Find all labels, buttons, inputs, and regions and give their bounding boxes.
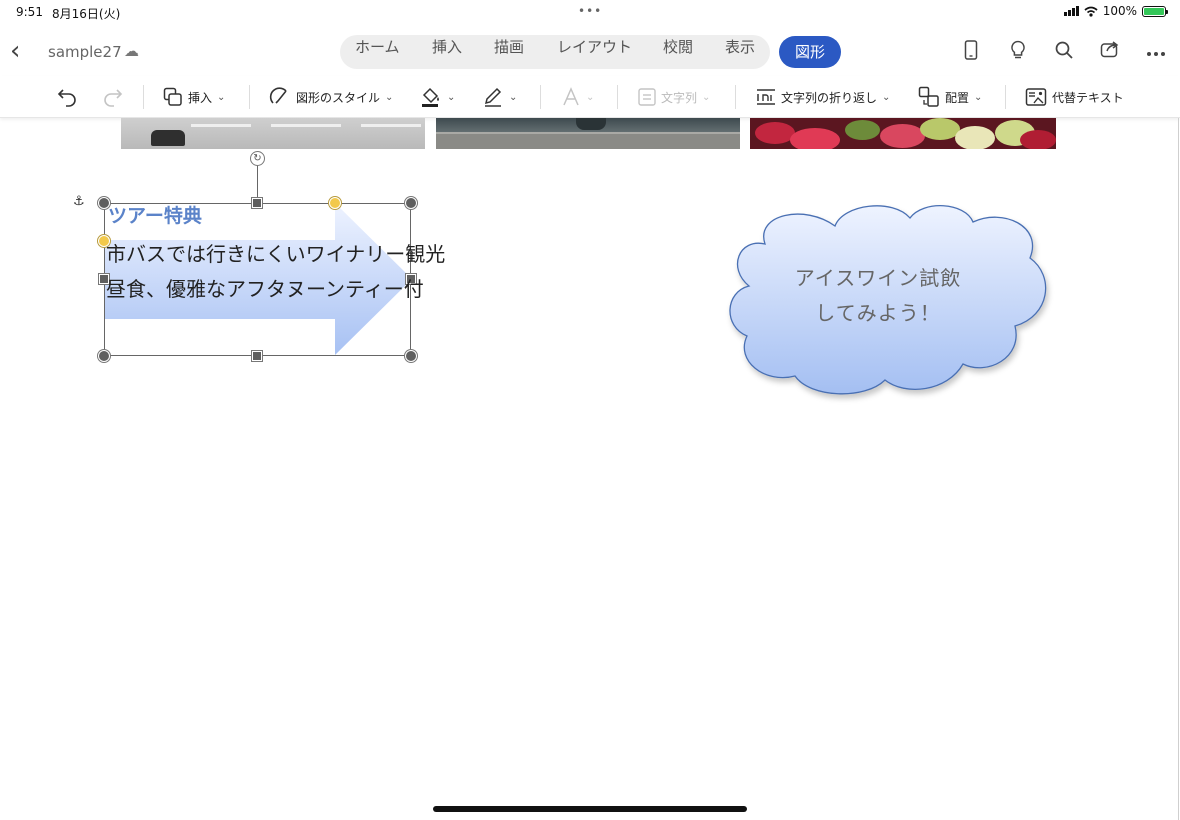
resize-handle-bottom-left[interactable]: [98, 350, 110, 362]
shape-style-label: 図形のスタイル: [296, 90, 381, 105]
ribbon-toolbar: 挿入 ⌄ 図形のスタイル ⌄ ⌄ ⌄ ⌄ 文字列 ⌄ 文字列の折り返し ⌄ 配置…: [0, 76, 1180, 118]
phone-view-icon[interactable]: [959, 40, 983, 64]
resize-handle-bottom[interactable]: [252, 351, 262, 361]
multitasking-dots-icon[interactable]: •••: [578, 4, 602, 18]
chevron-down-icon: ⌄: [882, 91, 891, 103]
ribbon-separator: [617, 85, 618, 109]
arrange-button[interactable]: 配置 ⌄: [918, 84, 982, 110]
more-icon[interactable]: [1144, 40, 1168, 64]
text-direction-label: 文字列: [661, 90, 698, 105]
anchor-icon: ⚓: [73, 194, 85, 209]
ribbon-separator: [249, 85, 250, 109]
ribbon-separator: [540, 85, 541, 109]
pen-icon: [484, 87, 502, 107]
chevron-left-icon[interactable]: ‹: [10, 38, 32, 66]
shape-style-button[interactable]: 図形のスタイル ⌄: [269, 84, 393, 110]
text-direction-icon: [638, 88, 656, 106]
battery-percent: 100%: [1102, 4, 1137, 18]
lightbulb-icon[interactable]: [1006, 40, 1030, 64]
photo-fountain[interactable]: [436, 118, 740, 149]
document-title[interactable]: sample27: [48, 43, 122, 61]
cloud-sync-icon[interactable]: ☁: [124, 42, 139, 60]
undo-button[interactable]: [56, 84, 78, 110]
chevron-down-icon: ⌄: [385, 91, 394, 103]
resize-handle-bottom-right[interactable]: [405, 350, 417, 362]
page-edge: [1178, 118, 1179, 820]
chevron-down-icon: ⌄: [974, 91, 983, 103]
status-bar: 9:51 8月16日(火) ••• 100%: [0, 0, 1180, 26]
shape-body-line[interactable]: 市バスでは行きにくいワイナリー観光: [106, 238, 445, 267]
tab-shape[interactable]: 図形: [779, 36, 841, 68]
tab-view[interactable]: 表示: [725, 35, 755, 59]
fill-bucket-icon: [422, 87, 439, 107]
resize-handle-top[interactable]: [252, 198, 262, 208]
ribbon-tabs: [340, 35, 770, 69]
status-date: 8月16日(火): [52, 7, 121, 21]
share-icon[interactable]: [1098, 40, 1122, 64]
status-right: 100%: [1063, 4, 1168, 18]
alt-text-icon: [1025, 88, 1047, 106]
home-indicator[interactable]: [433, 806, 747, 812]
title-bar: ‹ sample27 ☁ ホーム 挿入 描画 レイアウト 校閲 表示 図形: [0, 30, 1180, 74]
photo-crosswalk[interactable]: [121, 118, 425, 149]
chevron-down-icon: ⌄: [509, 91, 518, 103]
cloud-text-line[interactable]: してみよう！: [760, 297, 996, 326]
wifi-icon: [1084, 6, 1098, 17]
redo-icon: [104, 89, 123, 107]
wrap-text-button[interactable]: 文字列の折り返し ⌄: [756, 84, 890, 110]
chevron-down-icon: ⌄: [586, 91, 595, 103]
search-icon[interactable]: [1052, 40, 1076, 64]
battery-icon: [1142, 5, 1168, 17]
text-direction-button[interactable]: 文字列 ⌄: [638, 84, 710, 110]
shape-body-line[interactable]: 昼食、優雅なアフタヌーンティー付: [106, 273, 424, 302]
tab-draw[interactable]: 描画: [494, 35, 524, 59]
tab-review[interactable]: 校閲: [663, 35, 693, 59]
shape-title-text[interactable]: ツアー特典: [108, 201, 202, 228]
arrange-label: 配置: [945, 90, 970, 105]
signal-icon: [1063, 6, 1079, 16]
insert-shape-button[interactable]: 挿入 ⌄: [163, 84, 225, 110]
tab-layout[interactable]: レイアウト: [557, 35, 632, 59]
chevron-down-icon: ⌄: [702, 91, 711, 103]
outline-color-button[interactable]: ⌄: [482, 84, 517, 110]
resize-handle-top-right[interactable]: [405, 197, 417, 209]
chevron-down-icon: ⌄: [217, 91, 226, 103]
redo-button[interactable]: [102, 84, 124, 110]
adjust-handle-arrowhead[interactable]: [329, 197, 341, 209]
shape-style-icon: [269, 87, 287, 104]
chevron-down-icon: ⌄: [447, 91, 456, 103]
text-effects-icon: [563, 87, 579, 106]
tab-insert[interactable]: 挿入: [432, 35, 462, 59]
rotate-handle-icon[interactable]: ↻: [250, 151, 265, 166]
cloud-text-line[interactable]: アイスワイン試飲: [760, 262, 996, 291]
text-effects-button[interactable]: ⌄: [561, 84, 594, 110]
status-time: 9:51: [16, 5, 43, 19]
ribbon-separator: [735, 85, 736, 109]
wrap-text-icon: [757, 89, 775, 105]
photo-flowers[interactable]: [750, 118, 1056, 149]
ribbon-separator: [143, 85, 144, 109]
wrap-text-label: 文字列の折り返し: [781, 90, 878, 105]
alt-text-button[interactable]: 代替テキスト: [1025, 84, 1124, 110]
insert-label: 挿入: [188, 90, 213, 105]
undo-icon: [57, 89, 76, 107]
arrange-icon: [918, 86, 939, 107]
fill-color-button[interactable]: ⌄: [420, 84, 455, 110]
alt-text-label: 代替テキスト: [1052, 90, 1124, 105]
ribbon-separator: [1005, 85, 1006, 109]
shapes-icon: [163, 87, 182, 106]
tab-home[interactable]: ホーム: [355, 35, 400, 59]
